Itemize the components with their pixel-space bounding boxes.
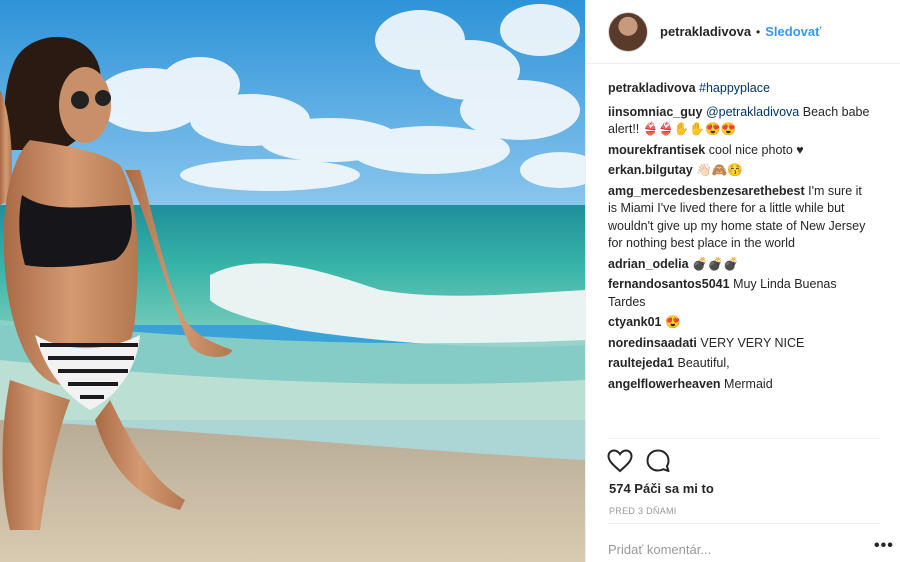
comment-item: ctyank01 😍 (608, 314, 874, 332)
comment-item: mourekfrantisek cool nice photo ♥ (608, 142, 874, 160)
comment-username[interactable]: raultejeda1 (608, 356, 674, 370)
post-timestamp[interactable]: PRED 3 DŇAMI (609, 506, 677, 516)
comment-text: cool nice photo ♥ (708, 142, 804, 157)
comment-item: raultejeda1 Beautiful, (608, 355, 874, 373)
caption-hashtag[interactable]: #happyplace (699, 81, 770, 95)
comment-item: fernandosantos5041 Muy Linda Buenas Tard… (608, 276, 874, 311)
comment-item: adrian_odelia 💣💣💣 (608, 256, 874, 274)
more-options-icon[interactable]: ••• (874, 538, 894, 554)
caption: petrakladivova #happyplace (608, 80, 874, 98)
heart-icon[interactable] (606, 447, 634, 475)
likes-count[interactable]: 574 Páči sa mi to (609, 481, 714, 496)
comment-text: Beautiful, (677, 356, 730, 370)
comment-text: Mermaid (724, 376, 773, 391)
comment-username[interactable]: amg_mercedesbenzesarethebest (608, 184, 805, 198)
comments-list[interactable]: petrakladivova #happyplace iinsomniac_gu… (608, 80, 874, 436)
beach-photo-image (0, 0, 585, 562)
post-header: petrakladivova • Sledovať (586, 0, 900, 64)
comment-username[interactable]: iinsomniac_guy (608, 105, 702, 119)
divider (608, 438, 880, 439)
follow-button[interactable]: Sledovať (765, 24, 821, 39)
comment-username[interactable]: noredinsaadati (608, 336, 697, 350)
post-photo[interactable] (0, 0, 585, 562)
add-comment-input[interactable] (608, 541, 848, 557)
avatar[interactable] (608, 11, 648, 52)
comment-text: VERY VERY NICE (700, 335, 805, 350)
comment-bubble-icon[interactable] (644, 447, 672, 475)
comment-item: amg_mercedesbenzesarethebest I'm sure it… (608, 183, 874, 253)
author-username[interactable]: petrakladivova (660, 24, 751, 39)
comment-username[interactable]: ctyank01 (608, 315, 662, 329)
divider (608, 523, 880, 524)
comment-item: iinsomniac_guy @petrakladivova Beach bab… (608, 104, 874, 139)
comment-username[interactable]: mourekfrantisek (608, 143, 705, 157)
comment-username[interactable]: erkan.bilgutay (608, 163, 693, 177)
comments-scrollbar[interactable] (883, 70, 889, 435)
comment-item: angelflowerheaven Mermaid (608, 376, 874, 394)
post-actions (606, 448, 682, 474)
comment-mention[interactable]: @petrakladivova (706, 105, 799, 119)
comment-text: 👋🏻🙈😚 (696, 163, 743, 177)
comment-username[interactable]: angelflowerheaven (608, 377, 721, 391)
comment-username[interactable]: fernandosantos5041 (608, 277, 730, 291)
comment-username[interactable]: adrian_odelia (608, 257, 689, 271)
comment-text: 💣💣💣 (692, 256, 739, 271)
comment-text: 😍 (665, 315, 681, 329)
header-separator: • (756, 24, 761, 39)
caption-username[interactable]: petrakladivova (608, 81, 696, 95)
add-comment-bar: ••• (608, 537, 893, 561)
comment-item: erkan.bilgutay 👋🏻🙈😚 (608, 162, 874, 180)
post-details-panel: petrakladivova • Sledovať petrakladivova… (585, 0, 900, 562)
comment-item: noredinsaadati VERY VERY NICE (608, 335, 874, 353)
